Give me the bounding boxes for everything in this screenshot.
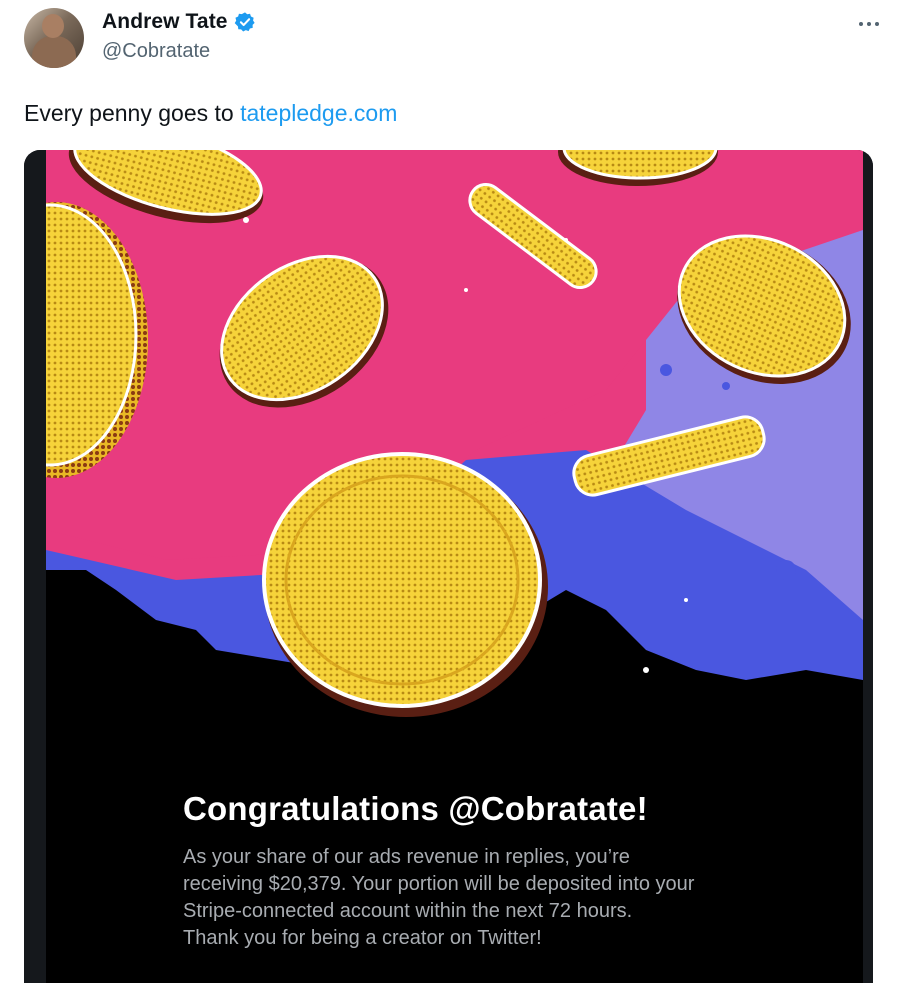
speckle	[243, 217, 249, 223]
payout-message-line: As your share of our ads revenue in repl…	[183, 846, 630, 868]
payout-title: Congratulations @Cobratate!	[183, 790, 648, 827]
speckle	[564, 238, 568, 242]
speckle	[684, 598, 688, 602]
more-dot	[859, 22, 863, 26]
author-handle[interactable]: @Cobratate	[102, 40, 210, 63]
more-dot	[875, 22, 879, 26]
tweet-text: Every penny goes to tatepledge.com	[24, 98, 397, 128]
speckle	[722, 382, 730, 390]
speckle	[660, 364, 672, 376]
payout-message-line: Stripe-connected account within the next…	[183, 900, 633, 922]
payout-message-line: receiving $20,379. Your portion will be …	[183, 873, 695, 895]
tweet-text-prefix: Every penny goes to	[24, 100, 241, 126]
avatar-head-shape	[42, 14, 64, 38]
speckle	[643, 667, 649, 673]
more-dot	[867, 22, 871, 26]
author-name-row: Andrew Tate	[102, 10, 256, 34]
speckle	[464, 288, 468, 292]
more-options-icon[interactable]	[854, 12, 884, 36]
payout-message-line: Thank you for being a creator on Twitter…	[183, 927, 542, 949]
tweet-header: Andrew Tate @Cobratate	[24, 8, 884, 72]
speckle	[776, 560, 796, 580]
tweet-media[interactable]: Congratulations @Cobratate! As your shar…	[24, 150, 873, 983]
author-name[interactable]: Andrew Tate	[102, 10, 228, 34]
background-timeline-strip-left	[24, 150, 46, 983]
tweet-link[interactable]: tatepledge.com	[240, 100, 397, 126]
author-avatar[interactable]	[24, 8, 84, 68]
payout-image-card: Congratulations @Cobratate! As your shar…	[46, 150, 863, 983]
payout-message: As your share of our ads revenue in repl…	[183, 844, 763, 952]
background-timeline-strip-right	[863, 150, 873, 983]
avatar-body-shape	[32, 36, 76, 68]
verified-badge-icon	[234, 12, 255, 32]
